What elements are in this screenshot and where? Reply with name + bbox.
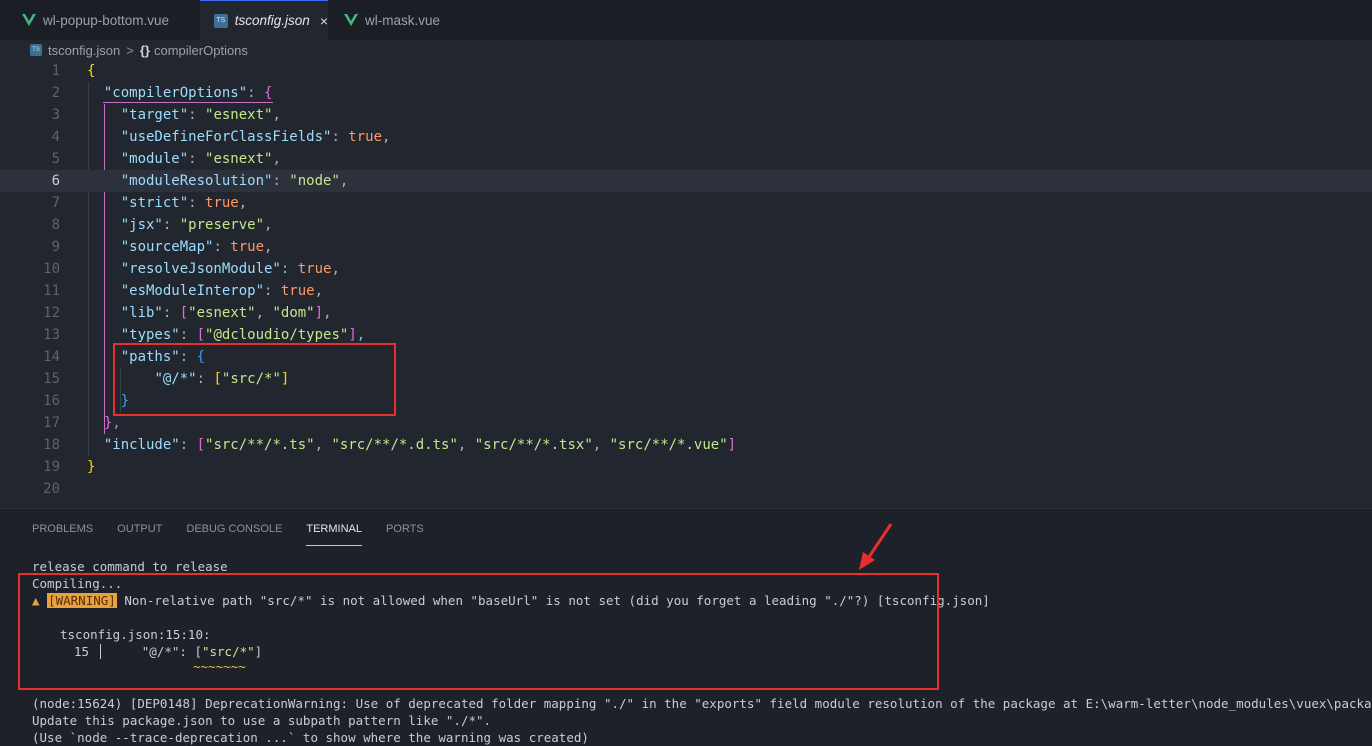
tab-terminal[interactable]: TERMINAL [306, 523, 362, 546]
tab-output[interactable]: OUTPUT [117, 523, 162, 545]
chevron-right-icon: > [126, 42, 134, 58]
tab-label: wl-popup-bottom.vue [43, 12, 170, 28]
tab-tsconfig[interactable]: TS tsconfig.json × [200, 0, 328, 40]
annotation-box-warning [18, 573, 939, 690]
terminal-line: (Use `node --trace-deprecation ...` to s… [32, 730, 589, 745]
breadcrumb: TS tsconfig.json > {} compilerOptions [0, 40, 1372, 60]
breadcrumb-symbol[interactable]: compilerOptions [154, 43, 248, 58]
code-line: 9 "sourceMap": true, [51, 239, 273, 255]
code-line: 10 "resolveJsonModule": true, [43, 261, 340, 277]
annotation-arrow-icon [859, 523, 893, 570]
code-line: 18 "include": ["src/**/*.ts", "src/**/*.… [43, 437, 737, 453]
tab-label: tsconfig.json [234, 13, 310, 28]
breadcrumb-file[interactable]: tsconfig.json [48, 43, 120, 58]
ts-file-icon: TS [214, 13, 228, 28]
tab-wl-mask[interactable]: wl-mask.vue [344, 0, 444, 40]
tab-problems[interactable]: PROBLEMS [32, 523, 93, 545]
ts-file-icon: TS [30, 44, 42, 56]
code-line: 2 "compilerOptions": { [51, 85, 273, 101]
editor-tab-bar: wl-popup-bottom.vue TS tsconfig.json × w… [0, 0, 1372, 40]
code-line: 12 "lib": ["esnext", "dom"], [43, 305, 332, 321]
code-line: 7 "strict": true, [51, 195, 248, 211]
terminal-line: (node:15624) [DEP0148] DeprecationWarnin… [32, 696, 1372, 711]
tab-wl-popup-bottom[interactable]: wl-popup-bottom.vue [22, 0, 192, 40]
terminal-line: Update this package.json to use a subpat… [32, 713, 492, 728]
braces-icon: {} [139, 42, 150, 58]
bottom-panel: PROBLEMS OUTPUT DEBUG CONSOLE TERMINAL P… [0, 508, 1372, 745]
tab-debug-console[interactable]: DEBUG CONSOLE [186, 523, 282, 545]
code-editor[interactable]: 1{ 2 "compilerOptions": { 3 "target": "e… [0, 60, 1372, 508]
code-line-current: 6 "moduleResolution": "node", [0, 170, 1372, 192]
annotation-box-paths [113, 343, 396, 416]
code-line: 3 "target": "esnext", [51, 107, 281, 123]
panel-tabs: PROBLEMS OUTPUT DEBUG CONSOLE TERMINAL P… [32, 523, 448, 546]
vue-icon [22, 14, 36, 26]
code-line: 11 "esModuleInterop": true, [43, 283, 324, 299]
code-line: 5 "module": "esnext", [51, 151, 281, 167]
code-line: 4 "useDefineForClassFields": true, [51, 129, 391, 145]
vue-icon [344, 14, 358, 26]
code-line: 8 "jsx": "preserve", [51, 217, 273, 233]
code-line: 20 [43, 481, 60, 497]
close-icon[interactable]: × [320, 13, 328, 29]
code-line: 19} [43, 459, 96, 475]
tab-ports[interactable]: PORTS [386, 523, 424, 545]
code-line: 1{ [51, 63, 96, 79]
tab-label: wl-mask.vue [365, 12, 441, 28]
